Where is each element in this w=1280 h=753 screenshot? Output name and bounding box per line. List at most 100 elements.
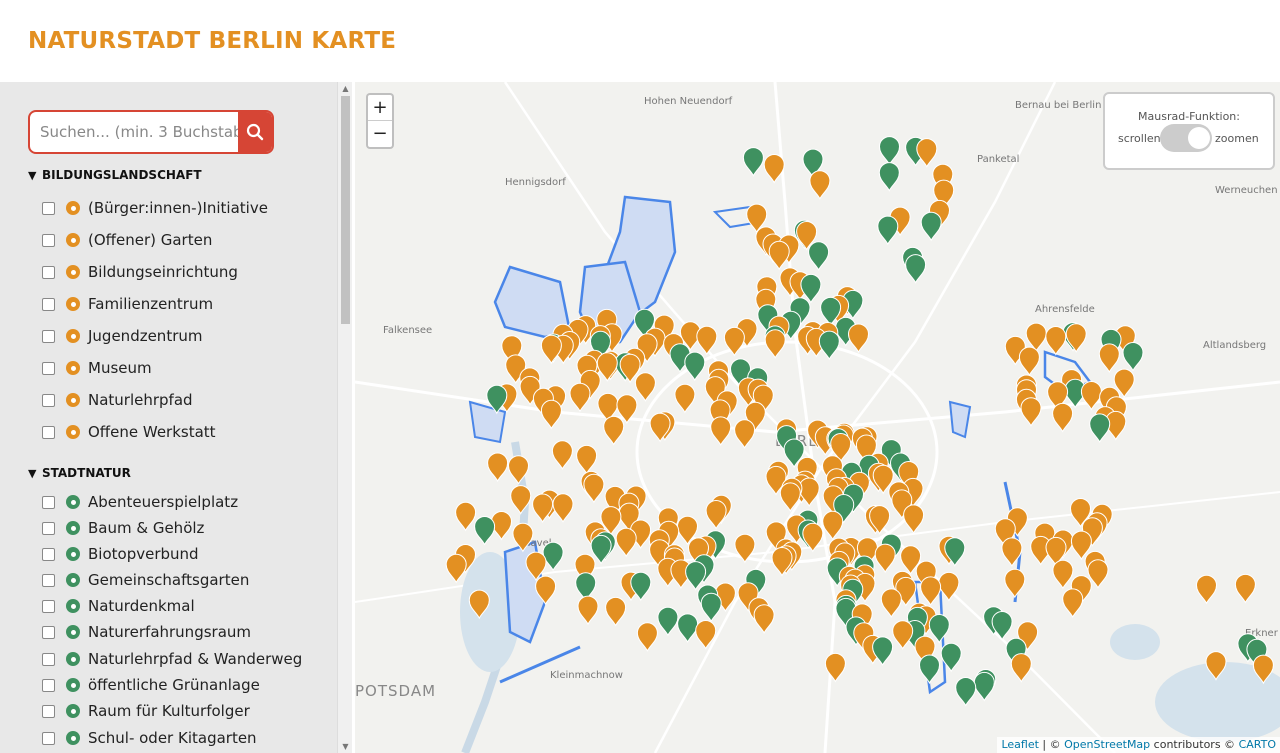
map-marker[interactable] xyxy=(615,527,637,558)
checkbox[interactable] xyxy=(42,329,55,343)
map-marker[interactable] xyxy=(723,326,745,357)
map-marker[interactable] xyxy=(991,611,1013,641)
map-marker[interactable] xyxy=(512,522,534,553)
filter-item[interactable]: Gemeinschaftsgarten xyxy=(42,569,249,591)
checkbox[interactable] xyxy=(42,599,55,613)
map-marker[interactable] xyxy=(779,482,801,513)
search-input[interactable] xyxy=(30,112,240,152)
map-marker[interactable] xyxy=(540,334,562,365)
map-marker[interactable] xyxy=(510,485,532,515)
filter-item[interactable]: Bildungseinrichtung xyxy=(42,261,238,283)
map-marker[interactable] xyxy=(938,571,960,602)
mousewheel-toggle[interactable] xyxy=(1160,124,1212,152)
checkbox[interactable] xyxy=(42,731,55,745)
map-marker[interactable] xyxy=(710,416,732,447)
leaflet-link[interactable]: Leaflet xyxy=(1001,738,1038,751)
map-marker[interactable] xyxy=(874,543,896,574)
map-marker[interactable] xyxy=(552,493,574,523)
map-marker[interactable] xyxy=(468,589,490,620)
map-marker[interactable] xyxy=(1089,413,1111,444)
map-marker[interactable] xyxy=(605,596,627,627)
map-marker[interactable] xyxy=(1080,381,1102,411)
filter-item[interactable]: Raum für Kulturfolger xyxy=(42,700,250,722)
map-marker[interactable] xyxy=(928,614,950,644)
map-marker[interactable] xyxy=(955,677,977,707)
map-marker[interactable] xyxy=(768,240,790,271)
map-marker[interactable] xyxy=(916,138,938,168)
map-marker[interactable] xyxy=(753,604,775,634)
map-marker[interactable] xyxy=(734,419,756,449)
filter-item[interactable]: Offene Werkstatt xyxy=(42,421,216,443)
map-marker[interactable] xyxy=(877,215,899,246)
checkbox[interactable] xyxy=(42,233,55,247)
section-header-bildungslandschaft[interactable]: ▼ BILDUNGSLANDSCHAFT xyxy=(28,168,202,182)
checkbox[interactable] xyxy=(42,625,55,639)
checkbox[interactable] xyxy=(42,678,55,692)
map-marker[interactable] xyxy=(677,613,699,644)
map-marker[interactable] xyxy=(583,473,605,504)
filter-item[interactable]: Familienzentrum xyxy=(42,293,213,315)
sidebar-scrollbar[interactable]: ▲ ▼ xyxy=(337,82,352,753)
map-marker[interactable] xyxy=(920,211,942,242)
map-marker[interactable] xyxy=(700,592,722,623)
map-marker[interactable] xyxy=(636,622,658,652)
map-marker[interactable] xyxy=(695,620,717,650)
map-marker[interactable] xyxy=(1020,397,1042,427)
map-marker[interactable] xyxy=(577,595,599,626)
map-marker[interactable] xyxy=(824,652,846,683)
filter-item[interactable]: (Bürger:innen-)Initiative xyxy=(42,197,268,219)
filter-item[interactable]: Jugendzentrum xyxy=(42,325,203,347)
checkbox[interactable] xyxy=(42,297,55,311)
scroll-up-arrow-icon[interactable]: ▲ xyxy=(341,84,350,93)
filter-item[interactable]: (Offener) Garten xyxy=(42,229,212,251)
map-marker[interactable] xyxy=(822,510,844,541)
map-marker[interactable] xyxy=(973,671,995,702)
zoom-out-button[interactable]: − xyxy=(368,121,392,147)
filter-item[interactable]: Naturlehrpfad & Wanderweg xyxy=(42,648,302,670)
map-marker[interactable] xyxy=(657,606,679,637)
map-marker[interactable] xyxy=(551,440,573,470)
map-marker[interactable] xyxy=(1001,537,1023,568)
map-marker[interactable] xyxy=(696,325,718,356)
map-marker[interactable] xyxy=(1018,346,1040,377)
checkbox[interactable] xyxy=(42,521,55,535)
map-marker[interactable] xyxy=(918,654,941,685)
map-marker[interactable] xyxy=(569,382,591,413)
map-marker[interactable] xyxy=(540,399,562,430)
checkbox[interactable] xyxy=(42,425,55,439)
checkbox[interactable] xyxy=(42,201,55,215)
map-marker[interactable] xyxy=(1195,574,1218,605)
map-marker[interactable] xyxy=(1122,342,1144,372)
map-marker[interactable] xyxy=(535,575,557,606)
map-marker[interactable] xyxy=(763,154,785,184)
checkbox[interactable] xyxy=(42,704,55,718)
map-marker[interactable] xyxy=(809,170,831,200)
map-marker[interactable] xyxy=(1004,568,1026,599)
map-marker[interactable] xyxy=(1205,651,1227,681)
filter-item[interactable]: Biotopverbund xyxy=(42,543,199,565)
checkbox[interactable] xyxy=(42,495,55,509)
map-marker[interactable] xyxy=(771,547,793,577)
map-marker[interactable] xyxy=(1052,559,1074,590)
scroll-down-arrow-icon[interactable]: ▼ xyxy=(341,742,350,751)
map-marker[interactable] xyxy=(818,330,840,361)
map-marker[interactable] xyxy=(486,384,508,415)
checkbox[interactable] xyxy=(42,361,55,375)
search-button[interactable] xyxy=(238,112,272,152)
map-marker[interactable] xyxy=(905,254,927,284)
map-marker[interactable] xyxy=(507,455,530,485)
map-marker[interactable] xyxy=(802,522,824,553)
map-marker[interactable] xyxy=(705,500,727,530)
map-marker[interactable] xyxy=(684,351,706,382)
map-marker[interactable] xyxy=(734,533,756,564)
filter-item[interactable]: Abenteuerspielplatz xyxy=(42,491,238,513)
osm-link[interactable]: OpenStreetMap xyxy=(1064,738,1150,751)
map-marker[interactable] xyxy=(808,241,830,271)
filter-item[interactable]: Naturdenkmal xyxy=(42,595,195,617)
map-marker[interactable] xyxy=(596,352,618,382)
filter-item[interactable]: Baum & Gehölz xyxy=(42,517,204,539)
map-marker[interactable] xyxy=(872,636,894,667)
map-marker[interactable] xyxy=(1234,573,1256,604)
map-marker[interactable] xyxy=(878,162,900,192)
checkbox[interactable] xyxy=(42,393,55,407)
